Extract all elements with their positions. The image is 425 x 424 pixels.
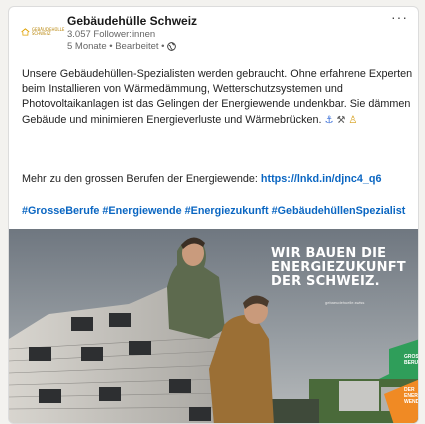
- more-info-prefix: Mehr zu den grossen Berufen der Energiew…: [22, 173, 258, 185]
- campaign-tag-2: DER ENERGIE WENDE: [404, 387, 419, 405]
- post-meta: 5 Monate • Bearbeitet •: [67, 41, 197, 52]
- house-logo-icon: [21, 28, 30, 36]
- company-logo[interactable]: GEBÄUDEHÜLLE SCHWEIZ: [21, 23, 65, 41]
- logo-text: GEBÄUDEHÜLLE SCHWEIZ: [31, 27, 65, 36]
- post-header: GEBÄUDEHÜLLE SCHWEIZ Gebäudehülle Schwei…: [9, 7, 418, 63]
- follower-count: 3.057 Follower:innen: [67, 29, 156, 40]
- tools-emoji-icon: ⚒: [336, 114, 346, 126]
- campaign-url: gebaeudehuelle.swiss: [325, 300, 365, 305]
- globe-icon: [166, 42, 176, 51]
- headline-line-1: WIR BAUEN DIE: [271, 246, 387, 261]
- post-link[interactable]: https://lnkd.in/djnc4_q6: [261, 173, 382, 185]
- more-info-line: Mehr zu den grossen Berufen der Energiew…: [22, 173, 381, 185]
- author-block: Gebäudehülle Schweiz 3.057 Follower:inne…: [67, 14, 197, 52]
- hashtags[interactable]: #GrosseBerufe #Energiewende #Energiezuku…: [22, 205, 405, 217]
- campaign-headline: WIR BAUEN DIE ENERGIEZUKUNFT DER SCHWEIZ…: [271, 247, 411, 289]
- campaign-tag-1: GROSSE BERUFE: [404, 354, 419, 366]
- worker-emoji-icon: ♙: [348, 114, 358, 126]
- post-card: GEBÄUDEHÜLLE SCHWEIZ Gebäudehülle Schwei…: [8, 6, 419, 424]
- anchor-emoji-icon: ⚓: [324, 114, 334, 126]
- post-image[interactable]: WIR BAUEN DIE ENERGIEZUKUNFT DER SCHWEIZ…: [9, 229, 419, 423]
- post-meta-text: 5 Monate • Bearbeitet •: [67, 41, 165, 52]
- more-options-icon[interactable]: ···: [391, 9, 408, 25]
- headline-line-2: ENERGIEZUKUNFT: [271, 260, 406, 275]
- post-body: Unsere Gebäudehüllen-Spezialisten werden…: [22, 67, 414, 128]
- headline-line-3: DER SCHWEIZ.: [271, 274, 380, 289]
- author-name[interactable]: Gebäudehülle Schweiz: [67, 14, 197, 28]
